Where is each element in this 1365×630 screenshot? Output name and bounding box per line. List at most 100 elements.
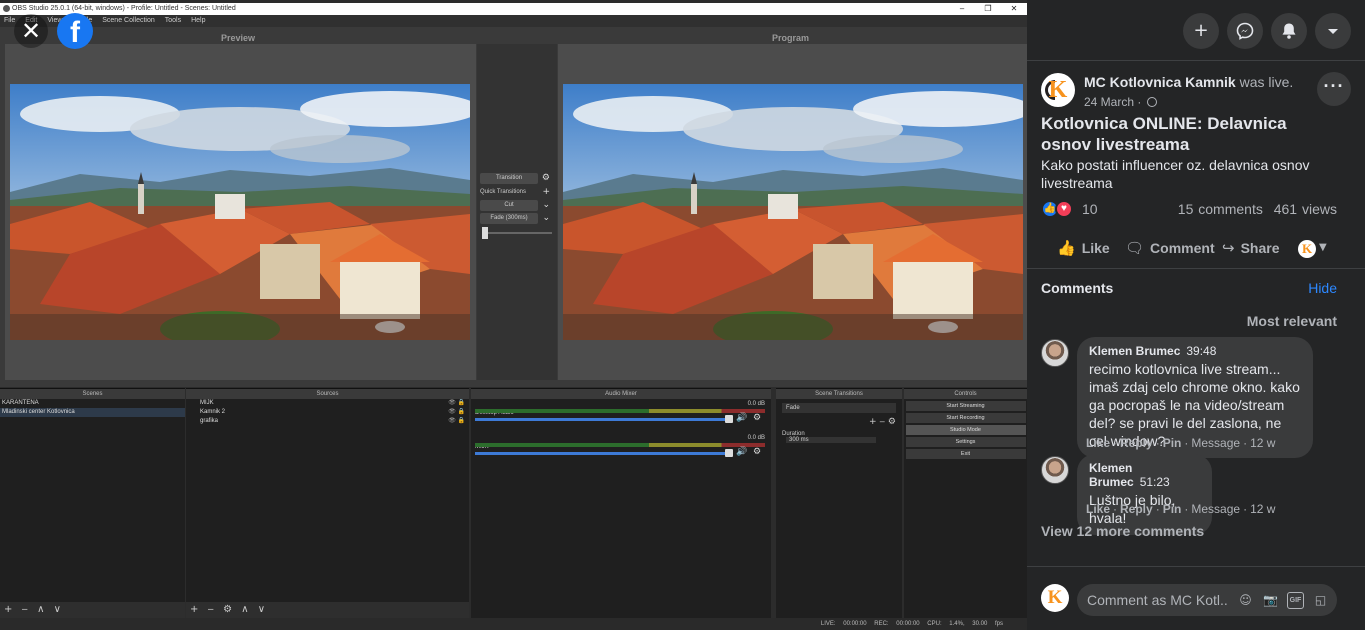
messenger-icon[interactable] bbox=[1227, 13, 1263, 49]
globe-icon bbox=[1146, 97, 1157, 107]
fade-row: Fade (300ms) ⌄ bbox=[480, 213, 552, 224]
scenes-list: KARANTENA Mladinski center Kotlovnica bbox=[0, 399, 185, 602]
thumbs-up-icon: 👍 bbox=[1057, 239, 1076, 257]
source-item: Kamnik 2 👁 🔒 bbox=[200, 409, 465, 415]
notifications-icon[interactable] bbox=[1271, 13, 1307, 49]
comment-reply-link[interactable]: Reply bbox=[1120, 436, 1153, 450]
audio-mixer-channels: Desktop Audio 0.0 dB 🔊 ⚙ MIJK 0.0 dB 🔊 ⚙ bbox=[471, 399, 771, 618]
quick-transitions-row: Quick Transitions + bbox=[480, 187, 552, 198]
camera-icon[interactable]: 📷 bbox=[1262, 592, 1279, 609]
sticker-icon[interactable]: ◱ bbox=[1312, 592, 1329, 609]
transition-button: Transition bbox=[480, 173, 538, 184]
scene-transitions-title: Scene Transitions bbox=[776, 389, 902, 399]
volume-fader bbox=[475, 452, 733, 455]
mixer-channel-desktop: Desktop Audio 0.0 dB 🔊 ⚙ bbox=[471, 399, 771, 433]
eye-icon: 👁 🔒 bbox=[448, 409, 465, 415]
comment-author[interactable]: Klemen Brumec bbox=[1089, 461, 1134, 489]
post-date[interactable]: 24 March · bbox=[1084, 95, 1141, 109]
post-title: Kotlovnica ONLINE: Delavnica osnov lives… bbox=[1041, 114, 1287, 154]
like-button[interactable]: 👍 Like bbox=[1057, 233, 1110, 263]
live-video-player[interactable]: OBS Studio 25.0.1 (64-bit, windows) - Pr… bbox=[0, 0, 1027, 630]
comment-message-link[interactable]: Message bbox=[1191, 502, 1240, 516]
header-divider bbox=[1027, 60, 1365, 61]
comment-sort-dropdown[interactable]: Most relevant bbox=[1247, 313, 1337, 329]
start-streaming-button: Start Streaming bbox=[905, 401, 1026, 411]
controls-dock: Controls Start Streaming Start Recording… bbox=[904, 388, 1027, 618]
transition-type-select: Fade bbox=[782, 403, 896, 413]
comment-input[interactable] bbox=[1087, 584, 1227, 616]
more-options-icon[interactable]: ··· bbox=[1317, 72, 1351, 106]
cut-row: Cut ⌄ bbox=[480, 200, 552, 211]
controls-title: Controls bbox=[904, 389, 1027, 399]
page-avatar[interactable]: K bbox=[1041, 73, 1075, 107]
share-button[interactable]: ↪ Share bbox=[1222, 233, 1280, 263]
mixer-channel-mic: MIJK 0.0 dB 🔊 ⚙ bbox=[471, 433, 771, 467]
volume-fader-knob bbox=[725, 449, 733, 457]
controls-body: Start Streaming Start Recording Studio M… bbox=[904, 399, 1027, 618]
transition-row: Transition ⚙ bbox=[480, 173, 552, 184]
plus-icon: + bbox=[542, 187, 550, 197]
rec-timer: REC: 00:00:00 bbox=[874, 621, 920, 627]
obs-status-bar: LIVE: 00:00:00 REC: 00:00:00 CPU: 1.4%, … bbox=[0, 618, 1027, 630]
composer-avatar[interactable]: K bbox=[1041, 584, 1069, 612]
close-icon[interactable]: ✕ bbox=[14, 14, 48, 48]
facebook-logo-icon[interactable]: f bbox=[57, 13, 93, 49]
hide-comments-link[interactable]: Hide bbox=[1308, 280, 1337, 296]
post-author-name[interactable]: MC Kotlovnica Kamnik bbox=[1084, 74, 1236, 90]
comments-divider bbox=[1027, 268, 1365, 269]
comment-message-link[interactable]: Message bbox=[1191, 436, 1240, 450]
t-bar-track bbox=[482, 232, 552, 234]
transition-add-remove: + ‒ ⚙ bbox=[868, 417, 896, 427]
obs-window-controls: ‒ ❐ ✕ bbox=[949, 3, 1027, 15]
plus-icon[interactable]: + bbox=[1183, 13, 1219, 49]
account-caret-icon[interactable] bbox=[1315, 13, 1351, 49]
obs-app-icon bbox=[3, 5, 10, 12]
volume-fader bbox=[475, 418, 733, 421]
comment-timestamp[interactable]: 51:23 bbox=[1140, 475, 1170, 489]
audio-mixer-dock: Audio Mixer Desktop Audio 0.0 dB 🔊 ⚙ MIJ… bbox=[471, 388, 771, 618]
eye-icon: 👁 🔒 bbox=[448, 400, 465, 406]
sources-dock-title: Sources bbox=[186, 389, 469, 399]
commenter-avatar[interactable] bbox=[1041, 339, 1069, 367]
emoji-icon[interactable]: ☺ bbox=[1237, 592, 1254, 609]
reaction-count: 10 bbox=[1082, 201, 1098, 217]
obs-window-titlebar: OBS Studio 25.0.1 (64-bit, windows) - Pr… bbox=[0, 3, 1027, 15]
studio-mode-button: Studio Mode bbox=[905, 425, 1026, 435]
comment-like-link[interactable]: Like bbox=[1086, 436, 1110, 450]
comment-pin-link[interactable]: Pin bbox=[1163, 436, 1182, 450]
scenes-dock: Scenes KARANTENA Mladinski center Kotlov… bbox=[0, 388, 185, 618]
comment-button[interactable]: 🗨 Comment bbox=[1125, 233, 1215, 263]
obs-menu-help: Help bbox=[191, 17, 206, 24]
volume-fader-knob bbox=[725, 415, 733, 423]
commenter-avatar[interactable] bbox=[1041, 456, 1069, 484]
exit-button: Exit bbox=[905, 449, 1026, 459]
chevron-down-icon: ⌄ bbox=[542, 200, 550, 210]
reaction-summary[interactable]: 👍 ♥ 10 bbox=[1041, 200, 1098, 218]
comment-pin-link[interactable]: Pin bbox=[1163, 502, 1182, 516]
act-as-avatar[interactable]: K bbox=[1298, 240, 1316, 258]
obs-menu-file: File bbox=[4, 17, 16, 24]
view-more-comments-link[interactable]: View 12 more comments bbox=[1041, 523, 1204, 539]
comment-header: Klemen Brumec 39:48 bbox=[1089, 344, 1301, 358]
post-meta: 24 March · bbox=[1084, 95, 1157, 109]
comment-author[interactable]: Klemen Brumec bbox=[1089, 344, 1180, 358]
minimize-icon: ‒ bbox=[959, 4, 965, 13]
obs-menu-tools: Tools bbox=[164, 17, 182, 24]
top-actions: + bbox=[1183, 13, 1351, 49]
comment-reply-link[interactable]: Reply bbox=[1120, 502, 1153, 516]
chevron-down-icon[interactable]: ▼ bbox=[1319, 233, 1327, 263]
post-sidebar: + K MC Kotlovnica Kamnik was live. 24 Ma… bbox=[1027, 0, 1365, 630]
scene-item: Mladinski center Kotlovnica bbox=[0, 408, 185, 417]
gif-icon[interactable]: GIF bbox=[1287, 591, 1304, 609]
t-bar-handle bbox=[482, 227, 488, 239]
comment-like-link[interactable]: Like bbox=[1086, 502, 1110, 516]
maximize-icon: ❐ bbox=[984, 4, 992, 13]
source-item: grafika 👁 🔒 bbox=[200, 418, 465, 424]
volume-meter bbox=[475, 409, 765, 413]
post-author-line: MC Kotlovnica Kamnik was live. bbox=[1084, 74, 1293, 90]
comments-count[interactable]: 15 comments bbox=[1178, 201, 1263, 217]
comment-composer[interactable]: ☺ 📷 GIF ◱ bbox=[1077, 584, 1337, 616]
comment-timestamp[interactable]: 39:48 bbox=[1186, 344, 1216, 358]
transition-panel bbox=[477, 44, 557, 380]
scene-transitions-dock: Scene Transitions Fade + ‒ ⚙ Duration300… bbox=[776, 388, 902, 618]
